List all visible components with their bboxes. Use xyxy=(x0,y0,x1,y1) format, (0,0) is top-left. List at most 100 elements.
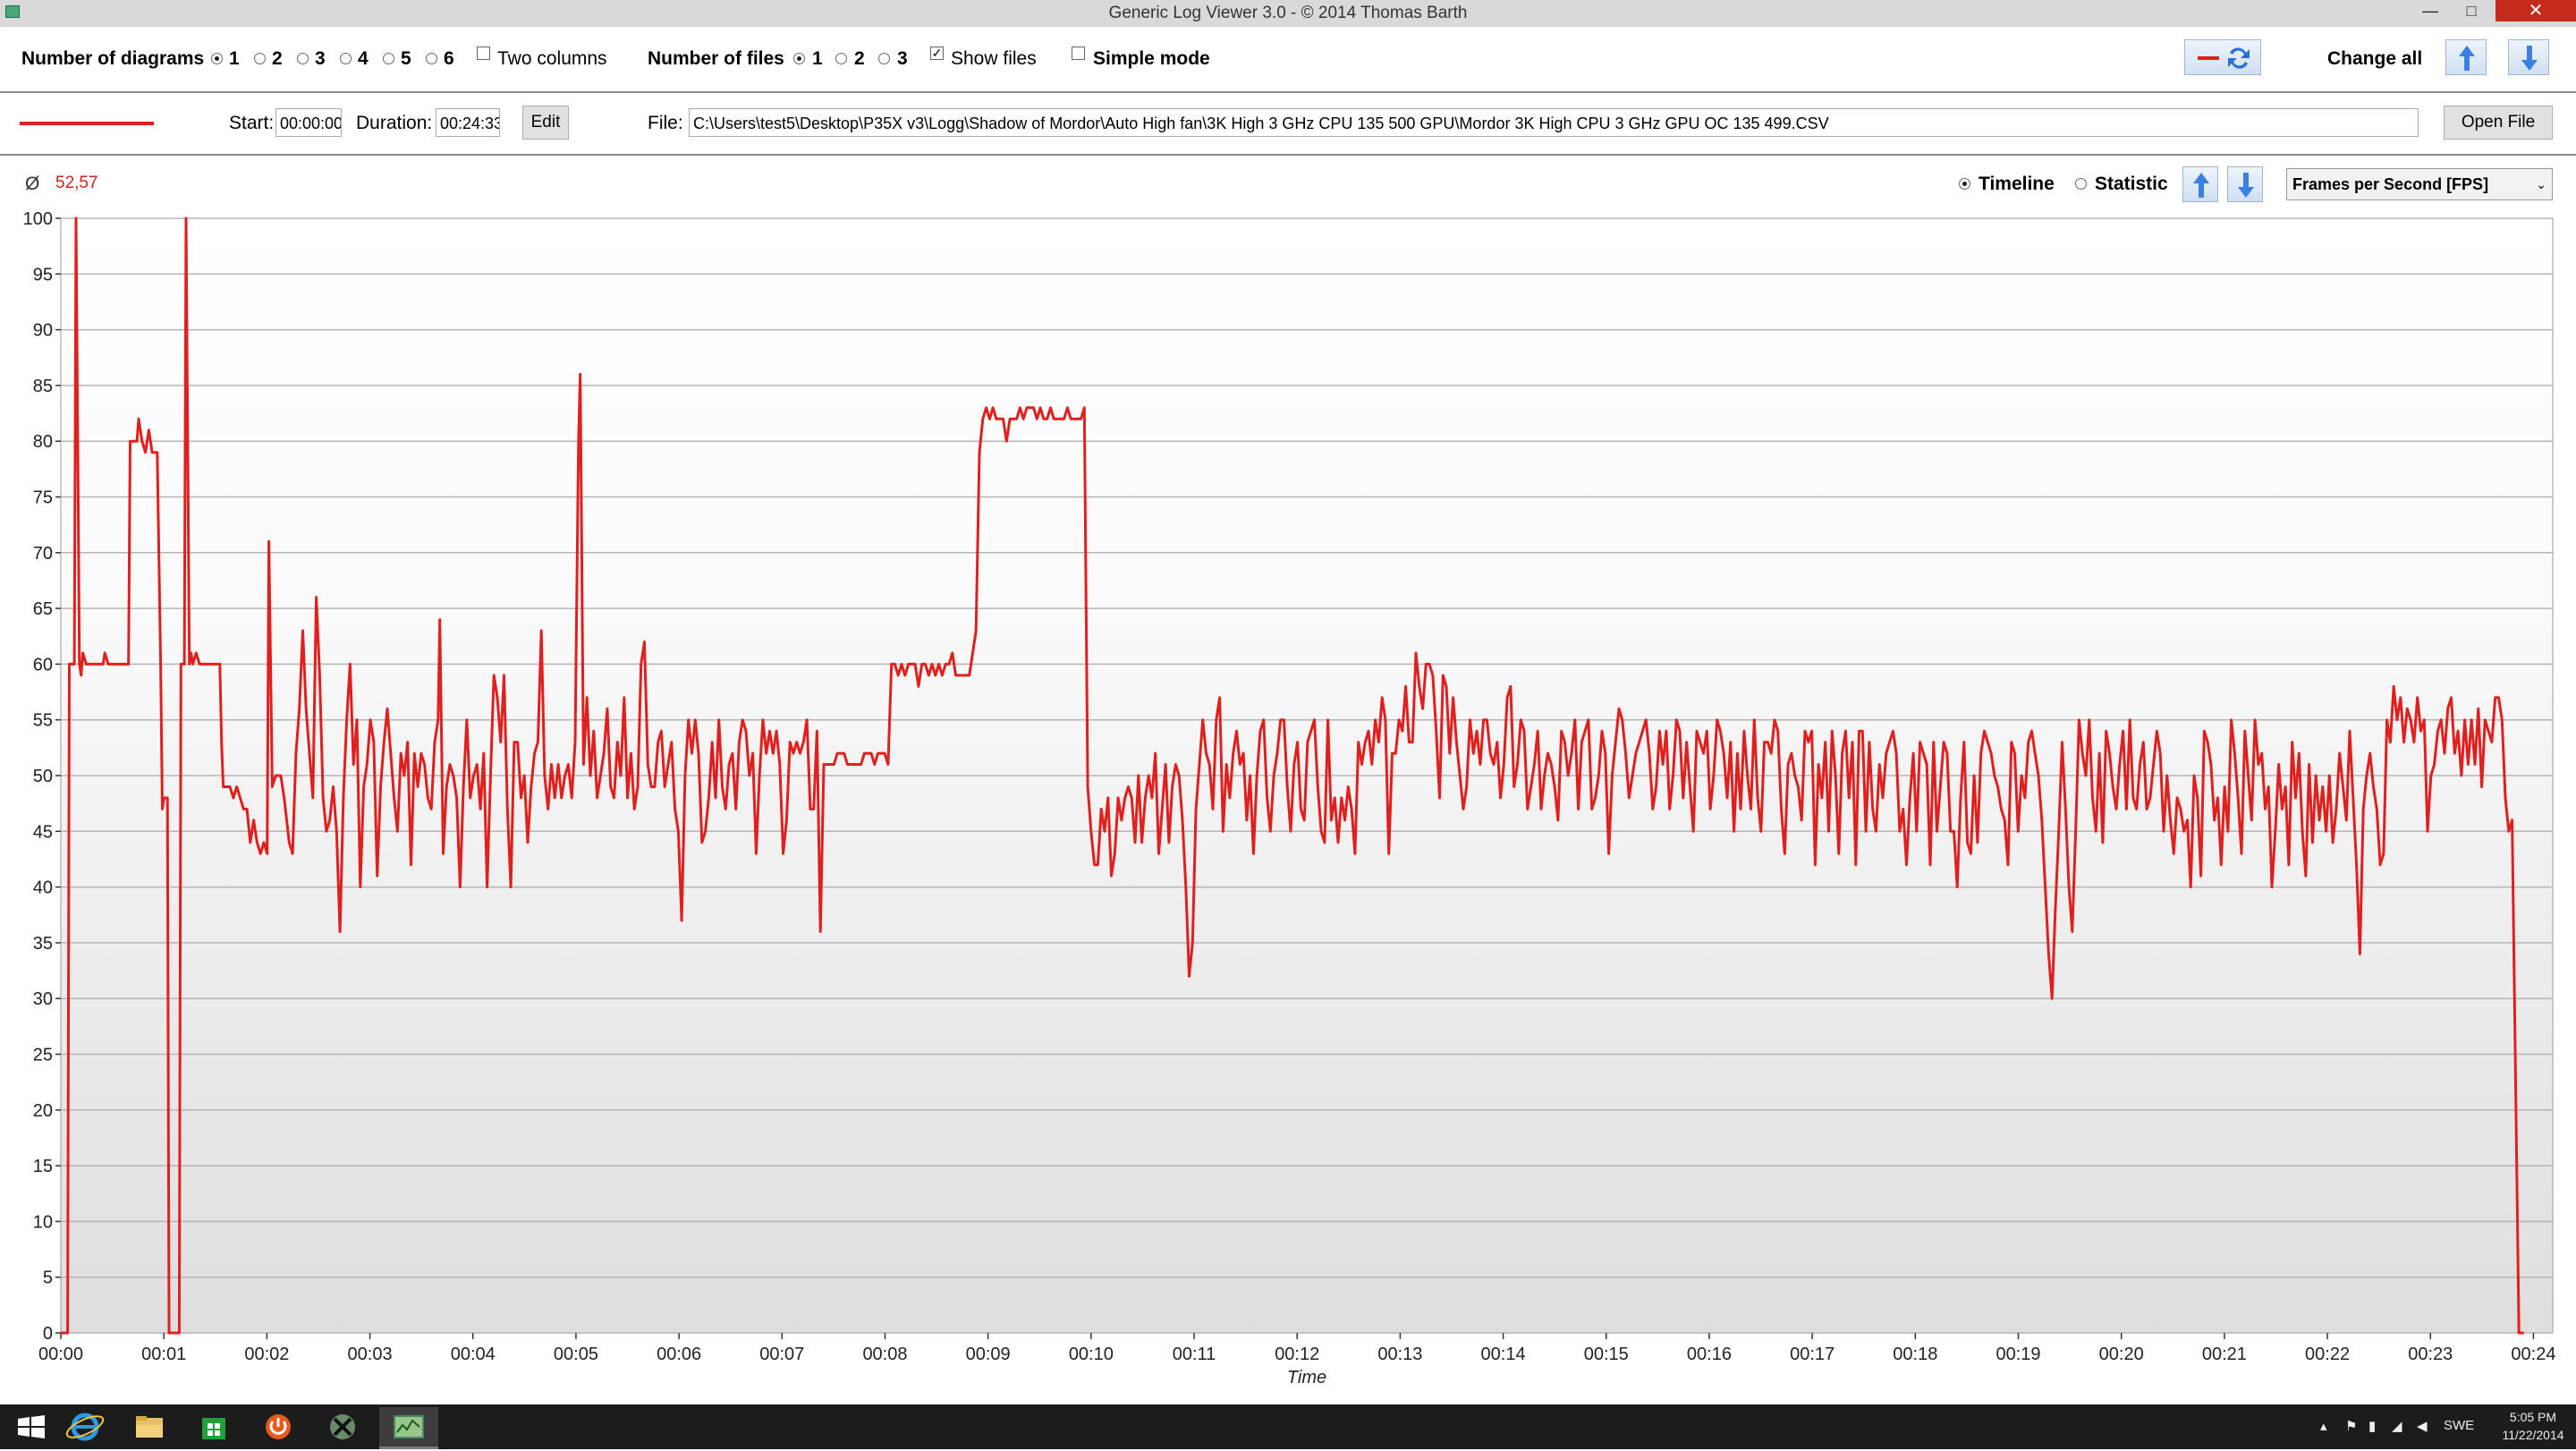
diagrams-radio-2[interactable] xyxy=(254,53,266,64)
y-tick-label: 65 xyxy=(33,599,53,619)
clock[interactable]: 5:05 PM 11/22/2014 xyxy=(2496,1404,2571,1449)
y-tick-label: 45 xyxy=(33,822,53,842)
file-label: File: xyxy=(648,113,683,133)
y-tick-label: 60 xyxy=(33,655,53,675)
options-toolbar: Number of diagrams 1 2 3 4 5 6 Two colum… xyxy=(0,27,2576,93)
change-all-down-button[interactable] xyxy=(2508,39,2549,75)
x-tick-label: 00:14 xyxy=(1481,1345,1526,1364)
y-tick-label: 85 xyxy=(33,377,53,396)
files-radio-2[interactable] xyxy=(835,53,847,64)
window-title: Generic Log Viewer 3.0 - © 2014 Thomas B… xyxy=(1108,4,1468,22)
language-indicator[interactable]: SWE xyxy=(2444,1418,2474,1433)
y-tick-label: 95 xyxy=(33,265,53,284)
minimize-button[interactable]: — xyxy=(2410,0,2451,21)
xbox-button[interactable] xyxy=(313,1407,372,1447)
start-input[interactable]: 00:00:00 xyxy=(275,108,342,137)
internet-explorer-button[interactable] xyxy=(55,1407,114,1447)
y-tick-label: 35 xyxy=(33,934,53,954)
files-radio-3[interactable] xyxy=(878,53,890,64)
y-tick-label: 10 xyxy=(33,1212,53,1232)
y-tick-label: 50 xyxy=(33,767,53,786)
xbox-icon xyxy=(330,1414,355,1439)
diagrams-radio-1[interactable] xyxy=(211,53,223,64)
store-button[interactable] xyxy=(184,1407,243,1447)
y-tick-label: 80 xyxy=(33,432,53,452)
duration-label: Duration: xyxy=(356,113,433,133)
line-color-swap-button[interactable] xyxy=(2184,39,2261,75)
chart-panel: Ø 52,57 Timeline Statistic Frames per Se… xyxy=(0,156,2576,1404)
diagrams-radio-5[interactable] xyxy=(383,53,394,64)
diagrams-radio-5-label: 5 xyxy=(401,48,411,69)
maximize-button[interactable]: □ xyxy=(2451,0,2492,21)
file-explorer-icon xyxy=(136,1416,163,1438)
x-tick-label: 00:12 xyxy=(1275,1345,1319,1364)
log-viewer-icon xyxy=(394,1415,424,1438)
y-tick-label: 25 xyxy=(33,1046,53,1065)
y-tick-label: 70 xyxy=(33,544,53,564)
duration-input[interactable]: 00:24:33 xyxy=(436,108,500,137)
y-tick-label: 100 xyxy=(23,209,53,229)
x-tick-label: 00:10 xyxy=(1069,1345,1114,1364)
diagrams-label: Number of diagrams xyxy=(21,48,205,69)
simple-mode-checkbox[interactable] xyxy=(1072,47,1085,60)
x-tick-label: 00:07 xyxy=(759,1345,804,1364)
power-app-icon xyxy=(266,1414,291,1439)
fps-line-chart[interactable]: 0 5 10 15 20 25 30 35 40 45 50 55 60 65 70 75 80 85 90 95 10… xyxy=(0,156,2576,1404)
x-tick-label: 00:11 xyxy=(1173,1345,1216,1364)
file-bar: Start: 00:00:00 Duration: 00:24:33 Edit … xyxy=(0,93,2576,156)
files-radio-3-label: 3 xyxy=(897,48,908,69)
show-files-label: Show files xyxy=(951,48,1037,69)
clock-time: 5:05 PM xyxy=(2509,1410,2557,1424)
diagrams-radio-2-label: 2 xyxy=(272,48,283,69)
y-tick-label: 40 xyxy=(33,878,53,898)
x-tick-label: 00:21 xyxy=(2202,1345,2247,1364)
show-files-checkbox[interactable]: ✓ xyxy=(930,47,944,60)
x-tick-label: 00:02 xyxy=(244,1345,289,1364)
volume-icon[interactable]: ◀ xyxy=(2417,1418,2428,1434)
flag-icon[interactable]: ⚑ xyxy=(2345,1418,2357,1434)
simple-mode-label: Simple mode xyxy=(1093,48,1210,69)
network-icon[interactable]: ◢ xyxy=(2392,1418,2402,1434)
files-radio-1[interactable] xyxy=(793,53,805,64)
log-viewer-button[interactable] xyxy=(379,1407,438,1449)
two-columns-label: Two columns xyxy=(497,48,607,69)
files-radio-1-label: 1 xyxy=(812,48,823,69)
x-tick-label: 00:20 xyxy=(2099,1345,2144,1364)
files-radio-2-label: 2 xyxy=(854,48,865,69)
x-tick-label: 00:24 xyxy=(2511,1345,2555,1364)
battery-icon[interactable]: ▮ xyxy=(2368,1418,2376,1434)
diagrams-radio-3-label: 3 xyxy=(315,48,326,69)
file-explorer-button[interactable] xyxy=(120,1407,179,1447)
arrow-up-icon xyxy=(2459,46,2475,71)
internet-explorer-icon xyxy=(65,1413,105,1441)
change-all-label: Change all xyxy=(2327,48,2423,69)
line-color-sample[interactable] xyxy=(20,118,154,129)
title-bar: Generic Log Viewer 3.0 - © 2014 Thomas B… xyxy=(0,0,2576,28)
diagrams-radio-3[interactable] xyxy=(297,53,309,64)
x-tick-label: 00:23 xyxy=(2408,1345,2453,1364)
diagrams-radio-6[interactable] xyxy=(426,53,437,64)
x-tick-label: 00:22 xyxy=(2305,1345,2350,1364)
two-columns-checkbox[interactable] xyxy=(477,47,490,60)
x-tick-label: 00:01 xyxy=(141,1345,186,1364)
x-tick-label: 00:09 xyxy=(966,1345,1011,1364)
file-path-input[interactable]: C:\Users\test5\Desktop\P35X v3\Logg\Shad… xyxy=(689,108,2419,137)
x-tick-label: 00:04 xyxy=(451,1345,496,1364)
tray-overflow-icon[interactable]: ▴ xyxy=(2320,1418,2327,1434)
open-file-button[interactable]: Open File xyxy=(2444,106,2553,140)
change-all-up-button[interactable] xyxy=(2445,39,2487,75)
x-tick-label: 00:15 xyxy=(1584,1345,1629,1364)
diagrams-radio-6-label: 6 xyxy=(444,48,454,69)
store-icon xyxy=(202,1418,225,1439)
power-app-button[interactable] xyxy=(249,1407,308,1447)
x-tick-label: 00:18 xyxy=(1893,1345,1937,1364)
y-tick-label: 5 xyxy=(43,1269,53,1288)
start-button[interactable] xyxy=(2,1407,61,1447)
close-button[interactable]: ✕ xyxy=(2496,0,2576,21)
x-tick-label: 00:05 xyxy=(554,1345,598,1364)
x-tick-label: 00:06 xyxy=(657,1345,701,1364)
y-tick-label: 30 xyxy=(33,989,53,1009)
diagrams-radio-4[interactable] xyxy=(340,53,352,64)
system-tray: ▴ ⚑ ▮ ◢ ◀ SWE xyxy=(2320,1404,2481,1449)
edit-button[interactable]: Edit xyxy=(522,106,569,140)
